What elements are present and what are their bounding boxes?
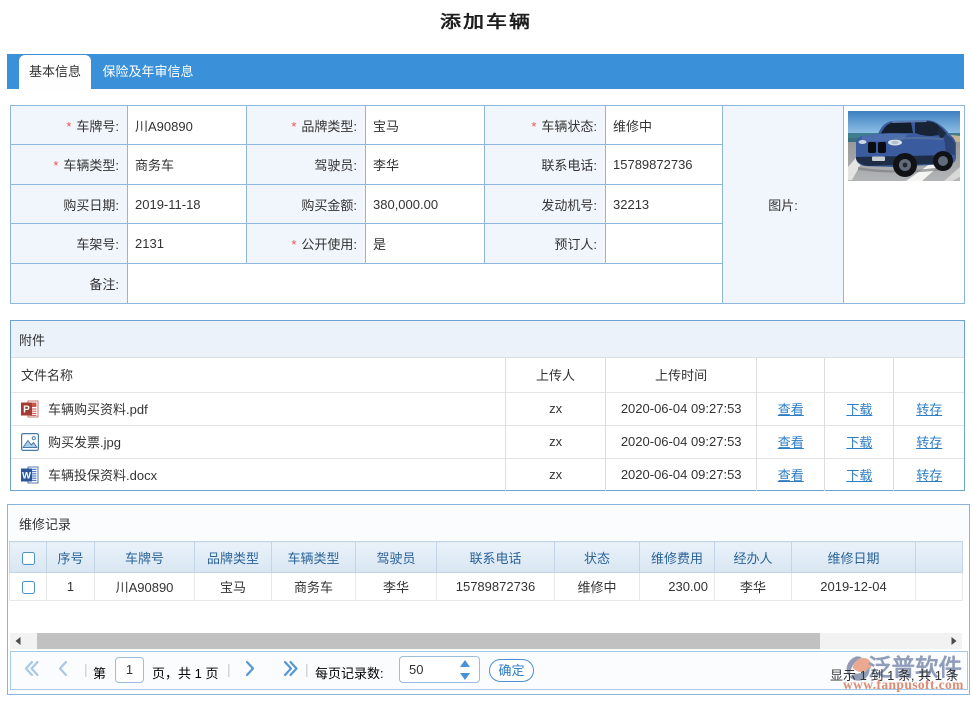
svg-text:W: W [22,471,31,482]
svg-text:P: P [23,405,30,416]
